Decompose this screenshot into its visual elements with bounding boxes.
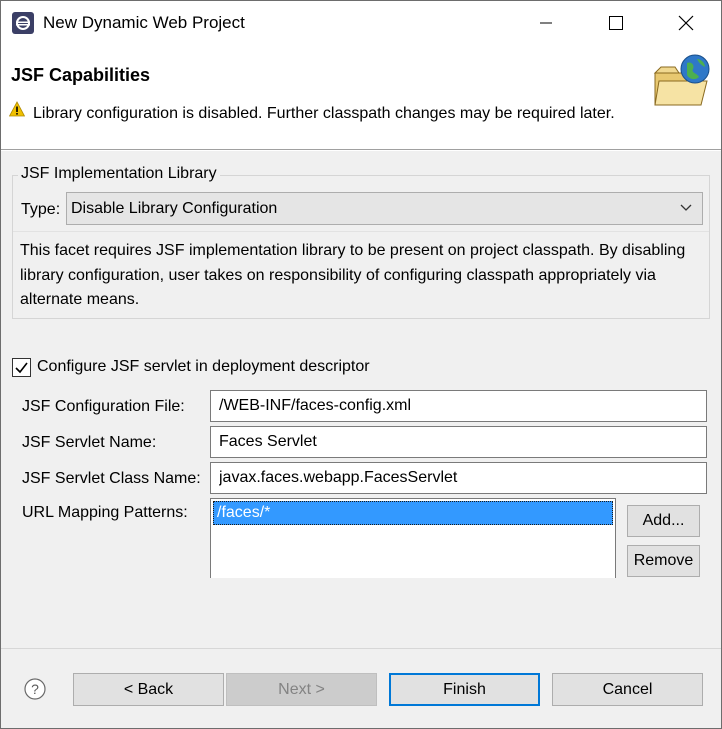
wizard-banner: JSF Capabilities Library configuration i… bbox=[1, 45, 721, 149]
servlet-class-label: JSF Servlet Class Name: bbox=[22, 470, 201, 487]
configure-servlet-label[interactable]: Configure JSF servlet in deployment desc… bbox=[37, 358, 370, 376]
type-label: Type: bbox=[21, 201, 61, 218]
servlet-name-label: JSF Servlet Name: bbox=[22, 434, 157, 451]
dialog-window: New Dynamic Web Project JSF Capabilities… bbox=[0, 0, 722, 729]
url-patterns-list[interactable]: /faces/* bbox=[210, 498, 616, 578]
help-icon[interactable]: ? bbox=[24, 678, 46, 700]
finish-button[interactable]: Finish bbox=[389, 673, 540, 706]
library-description: This facet requires JSF implementation l… bbox=[20, 242, 686, 308]
close-icon bbox=[678, 15, 694, 31]
web-project-folder-icon bbox=[653, 54, 710, 106]
warning-message: Library configuration is disabled. Furth… bbox=[33, 105, 615, 122]
remove-pattern-button[interactable]: Remove bbox=[627, 545, 700, 577]
config-file-label: JSF Configuration File: bbox=[22, 398, 185, 415]
configure-servlet-checkbox[interactable] bbox=[12, 358, 31, 377]
url-patterns-label: URL Mapping Patterns: bbox=[22, 504, 188, 521]
config-file-input[interactable] bbox=[210, 390, 707, 422]
page-title: JSF Capabilities bbox=[11, 65, 151, 85]
checkmark-icon bbox=[15, 362, 28, 374]
svg-text:?: ? bbox=[31, 681, 39, 697]
group-divider bbox=[13, 231, 709, 232]
library-type-value: Disable Library Configuration bbox=[71, 200, 278, 217]
next-button[interactable]: Next > bbox=[226, 673, 377, 706]
library-type-select[interactable]: Disable Library Configuration bbox=[66, 192, 703, 225]
maximize-button[interactable] bbox=[593, 1, 639, 45]
maximize-icon bbox=[609, 16, 623, 30]
minimize-icon bbox=[540, 22, 552, 24]
warning-icon bbox=[9, 101, 25, 117]
footer-divider bbox=[1, 648, 721, 649]
back-button[interactable]: < Back bbox=[73, 673, 224, 706]
add-pattern-button[interactable]: Add... bbox=[627, 505, 700, 537]
library-group-title: JSF Implementation Library bbox=[18, 165, 220, 183]
servlet-name-input[interactable] bbox=[210, 426, 707, 458]
servlet-class-input[interactable] bbox=[210, 462, 707, 494]
chevron-down-icon bbox=[680, 204, 692, 211]
list-item[interactable]: /faces/* bbox=[213, 501, 613, 525]
eclipse-app-icon bbox=[12, 12, 34, 34]
title-bar[interactable]: New Dynamic Web Project bbox=[1, 1, 721, 45]
window-title: New Dynamic Web Project bbox=[43, 13, 245, 32]
minimize-button[interactable] bbox=[523, 1, 569, 45]
cancel-button[interactable]: Cancel bbox=[552, 673, 703, 706]
close-button[interactable] bbox=[663, 1, 709, 45]
banner-divider-highlight bbox=[1, 150, 721, 151]
